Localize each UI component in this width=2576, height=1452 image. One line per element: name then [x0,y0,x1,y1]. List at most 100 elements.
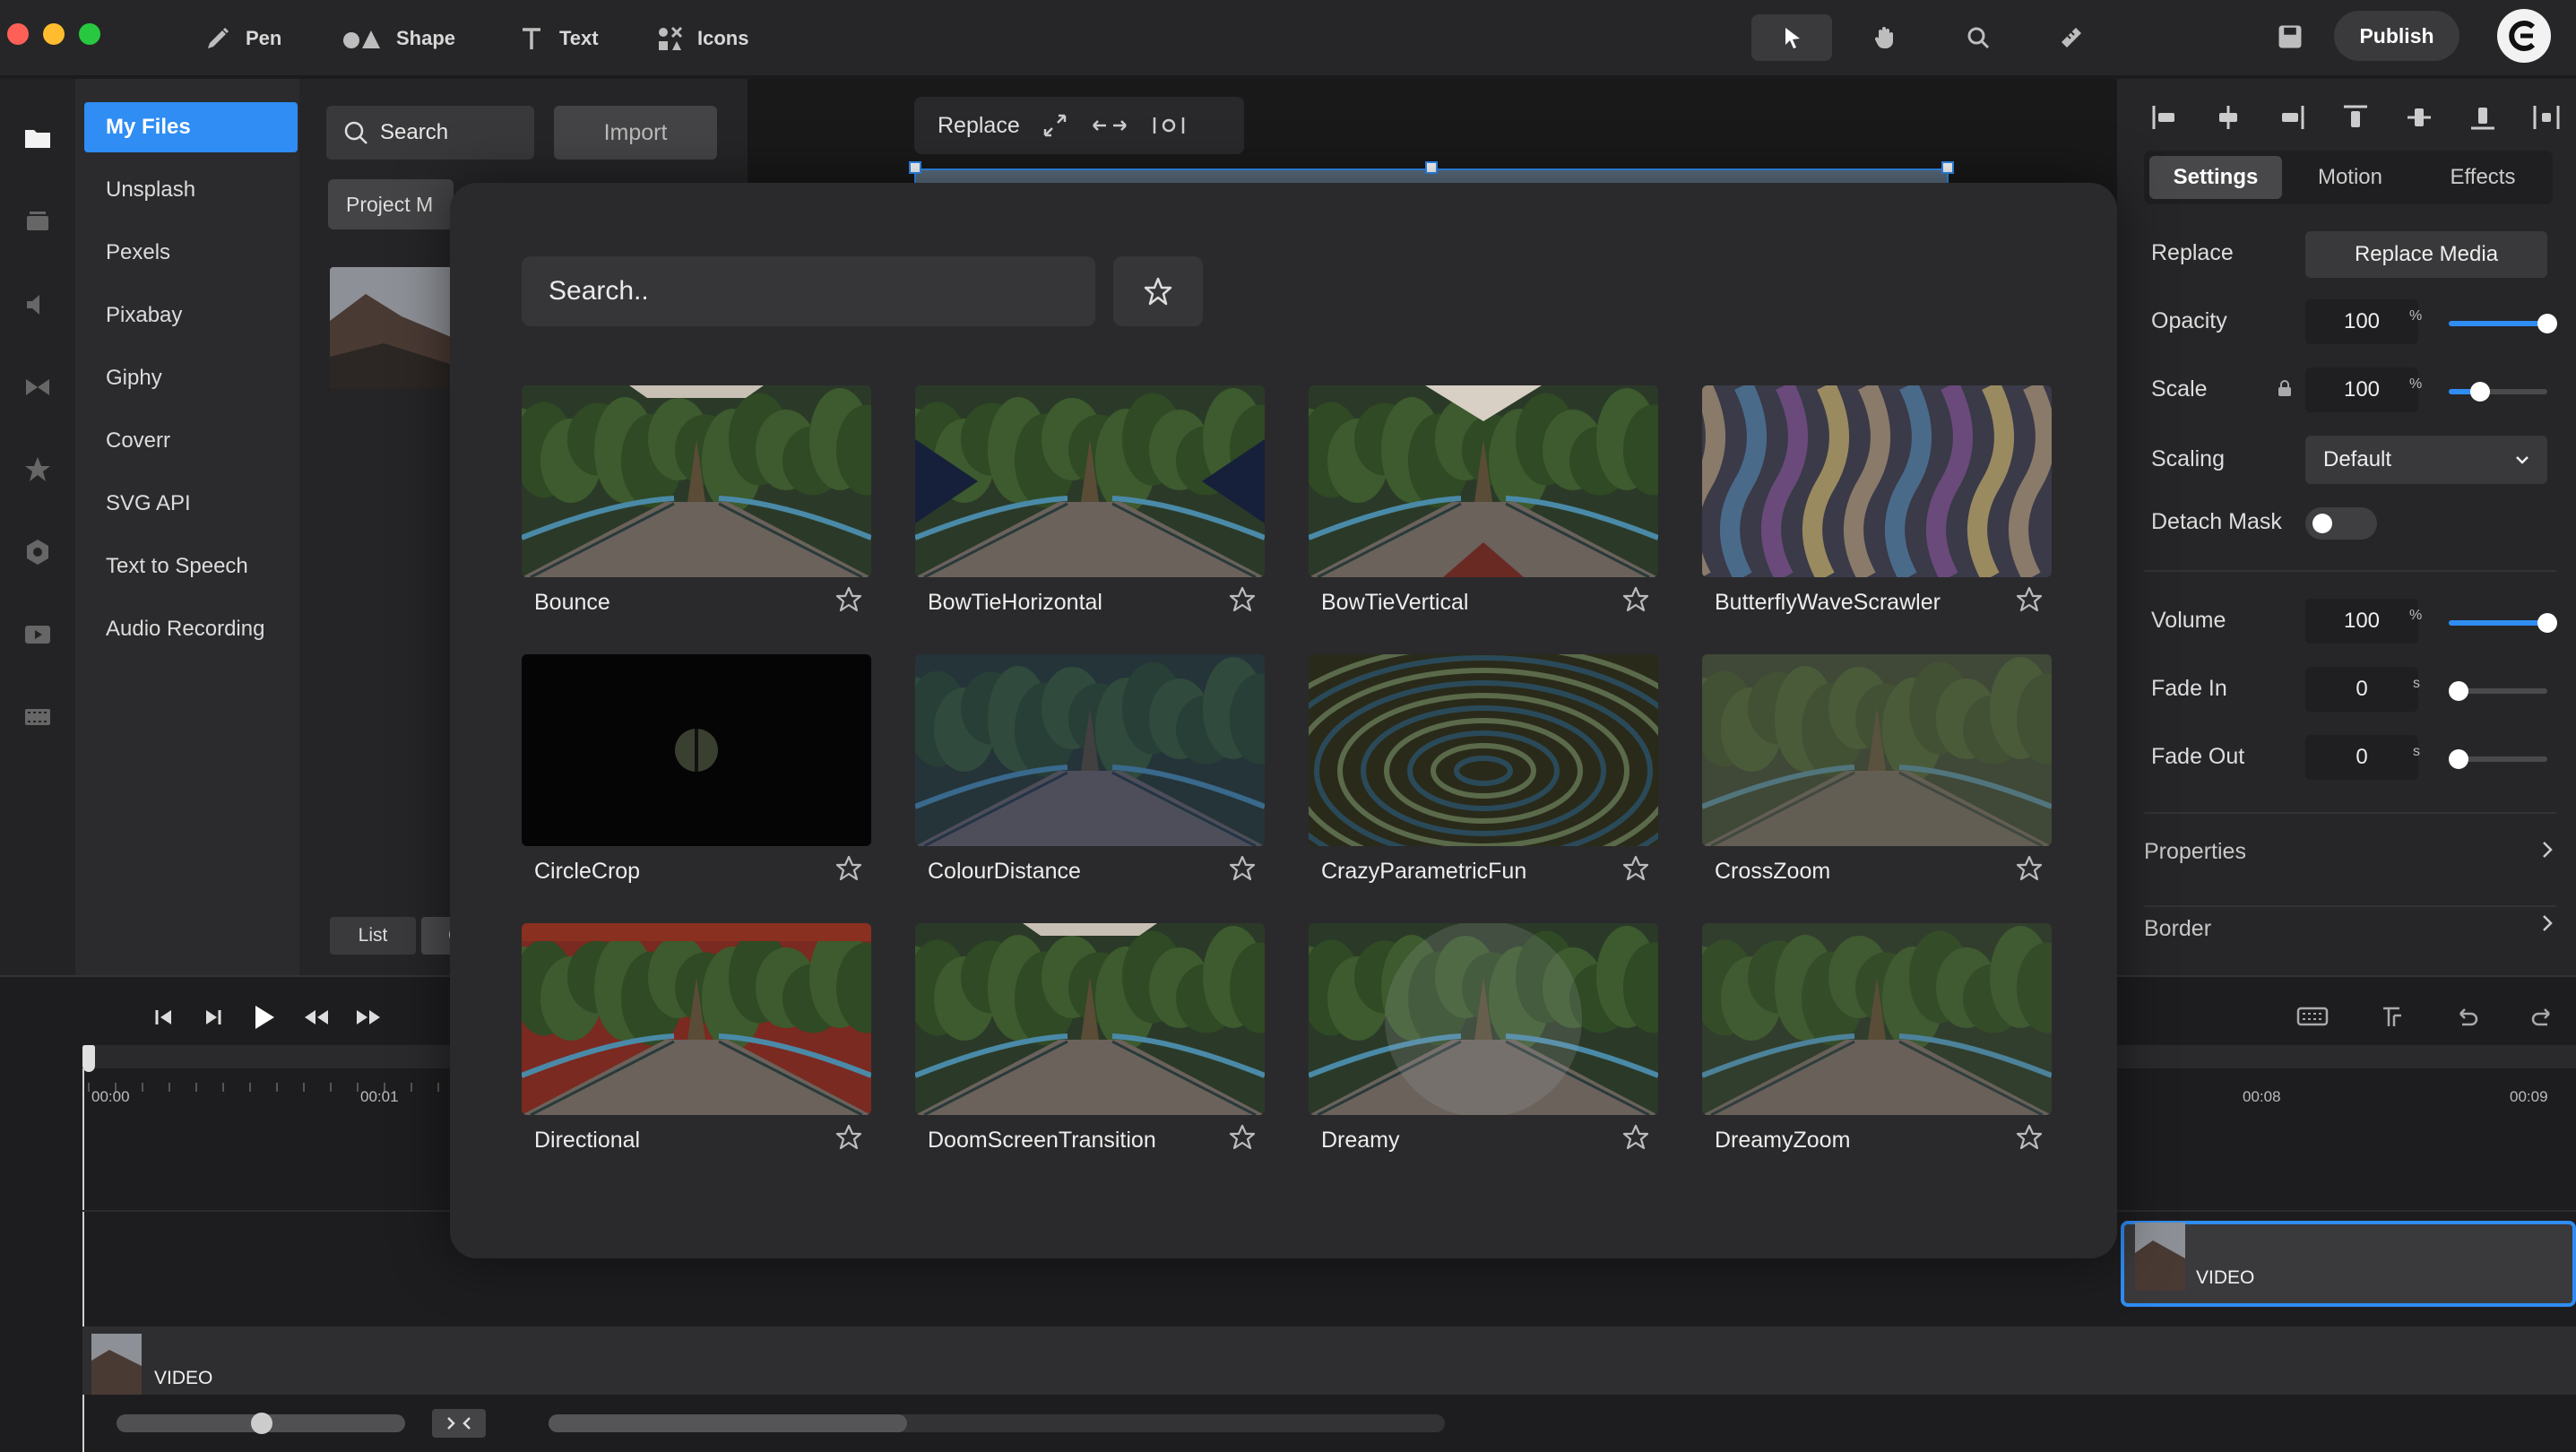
rewind-icon[interactable] [301,1004,332,1031]
favorites-filter-button[interactable] [1113,256,1203,326]
star-icon[interactable] [1621,584,1651,615]
text-tool-button[interactable]: Text [518,16,599,61]
timeline-scrollbar[interactable] [549,1414,1445,1432]
transition-card[interactable]: Dreamy [1309,923,1658,1165]
close-window-button[interactable] [7,23,29,45]
resize-handle[interactable] [909,161,921,174]
transition-card[interactable]: Directional [522,923,871,1165]
import-button[interactable]: Import [554,106,717,160]
fade-in-input[interactable]: 0 [2305,667,2418,712]
fast-forward-icon[interactable] [353,1004,384,1031]
star-icon[interactable] [2014,1122,2044,1153]
transition-preview[interactable] [522,385,871,577]
source-my-files[interactable]: My Files [84,102,298,152]
transition-preview[interactable] [915,654,1265,846]
align-right-icon[interactable] [2277,102,2307,133]
transition-card[interactable]: BowTieVertical [1309,385,1658,627]
star-icon[interactable] [834,853,864,884]
split-icon[interactable] [2378,1003,2405,1030]
hand-tool-button[interactable] [1845,14,1925,61]
transition-card[interactable]: DreamyZoom [1702,923,2052,1165]
star-icon[interactable] [1227,584,1258,615]
star-icon[interactable] [1621,1122,1651,1153]
transition-preview[interactable] [1309,385,1658,577]
media-thumbnail[interactable] [330,267,455,388]
play-icon[interactable] [247,1001,280,1033]
project-media-tab[interactable]: Project M [328,179,454,229]
opacity-input[interactable]: 100 [2305,299,2418,344]
transition-search-input[interactable]: Search.. [522,256,1095,326]
transition-card[interactable]: ColourDistance [915,654,1265,896]
align-bottom-icon[interactable] [2468,102,2498,133]
icons-tool-button[interactable]: Icons [656,16,748,61]
resize-handle[interactable] [1941,161,1954,174]
replace-button[interactable]: Replace [938,113,1020,139]
source-text-to-speech[interactable]: Text to Speech [84,541,298,592]
resize-handle[interactable] [1425,161,1438,174]
transition-preview[interactable] [1702,923,2052,1115]
tab-effects[interactable]: Effects [2416,156,2549,199]
align-center-v-icon[interactable] [2404,102,2434,133]
rail-favorites[interactable] [20,452,56,488]
star-icon[interactable] [2014,853,2044,884]
fade-out-input[interactable]: 0 [2305,735,2418,780]
tab-motion[interactable]: Motion [2284,156,2416,199]
keyboard-icon[interactable] [2296,1003,2329,1030]
transition-card[interactable]: ButterflyWaveScrawler [1702,385,2052,627]
maximize-window-button[interactable] [79,23,100,45]
selected-video-clip[interactable]: VIDEO [2121,1221,2576,1307]
pen-tool-button[interactable]: Pen [204,16,281,61]
undo-icon[interactable] [2453,1003,2480,1030]
zoom-tool-button[interactable] [1938,14,2018,61]
save-button[interactable] [2275,22,2305,52]
skip-start-icon[interactable] [151,1004,177,1031]
ruler-tool-button[interactable] [2031,14,2112,61]
scale-input[interactable]: 100 [2305,367,2418,412]
transition-card[interactable]: Bounce [522,385,871,627]
transition-preview[interactable] [1702,385,2052,577]
source-svg-api[interactable]: SVG API [84,479,298,529]
properties-section-header[interactable]: Properties [2144,834,2556,869]
transition-card[interactable]: CrossZoom [1702,654,2052,896]
transition-preview[interactable] [522,654,871,846]
scale-slider[interactable] [2449,382,2547,402]
transition-preview[interactable] [1309,923,1658,1115]
fade-in-slider[interactable] [2449,681,2547,701]
list-view-button[interactable]: List [330,917,416,955]
app-logo[interactable] [2497,9,2551,63]
star-icon[interactable] [834,1122,864,1153]
transition-preview[interactable] [522,923,871,1115]
border-section-header[interactable]: Border [2144,909,2556,945]
collapse-button[interactable] [432,1409,486,1438]
transition-preview[interactable] [915,923,1265,1115]
transition-card[interactable]: DoomScreenTransition [915,923,1265,1165]
select-tool-button[interactable] [1751,14,1832,61]
rail-elements[interactable] [20,534,56,570]
star-icon[interactable] [2014,584,2044,615]
transition-card[interactable]: CircleCrop [522,654,871,896]
swap-icon[interactable] [1090,112,1129,139]
star-icon[interactable] [834,584,864,615]
rail-files[interactable] [20,120,56,156]
redo-icon[interactable] [2529,1003,2556,1030]
transition-card[interactable]: BowTieHorizontal [915,385,1265,627]
rail-audio[interactable] [20,287,56,323]
playhead-handle[interactable] [82,1045,95,1072]
media-search-input[interactable]: Search [326,106,534,160]
align-center-h-icon[interactable] [2213,102,2243,133]
source-unsplash[interactable]: Unsplash [84,165,298,215]
replace-media-button[interactable]: Replace Media [2305,231,2547,278]
rail-video[interactable] [20,617,56,653]
tab-settings[interactable]: Settings [2149,156,2282,199]
transition-preview[interactable] [915,385,1265,577]
align-left-icon[interactable] [2149,102,2180,133]
volume-slider[interactable] [2449,613,2557,633]
transition-card[interactable]: CrazyParametricFun [1309,654,1658,896]
rail-transitions[interactable] [20,369,56,405]
source-pixabay[interactable]: Pixabay [84,290,298,341]
opacity-slider[interactable] [2449,314,2557,333]
zoom-slider[interactable] [117,1413,405,1434]
fade-out-slider[interactable] [2449,749,2547,769]
volume-input[interactable]: 100 [2305,599,2418,644]
source-coverr[interactable]: Coverr [84,416,298,466]
